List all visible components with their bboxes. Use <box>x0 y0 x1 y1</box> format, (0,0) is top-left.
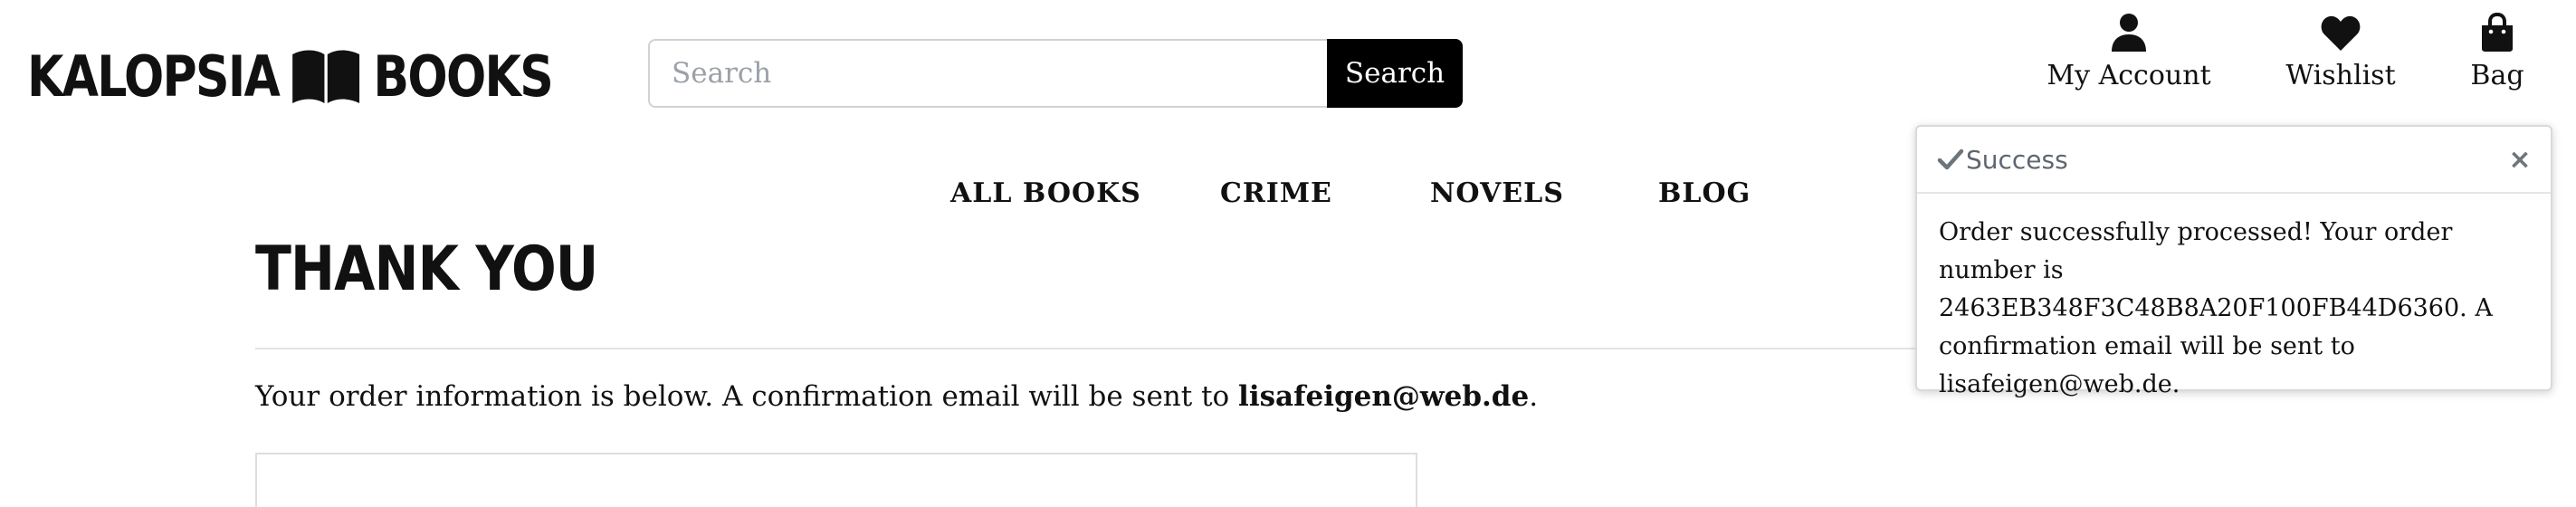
toast-message: Order successfully processed! Your order… <box>1939 218 2493 398</box>
close-icon[interactable]: × <box>2504 141 2536 177</box>
brand-name-left: KALOPSIA <box>27 43 281 110</box>
nav-novels[interactable]: NOVELS <box>1430 177 1564 209</box>
bag-label: Bag <box>2470 60 2524 91</box>
nav-crime[interactable]: CRIME <box>1220 177 1332 209</box>
toast-header: Success × <box>1917 127 2551 194</box>
my-account-label: My Account <box>2046 60 2211 91</box>
wishlist-link[interactable]: Wishlist <box>2281 13 2400 101</box>
title-divider <box>255 348 1993 349</box>
success-toast: Success × Order successfully processed! … <box>1915 125 2552 398</box>
wishlist-label: Wishlist <box>2285 60 2396 91</box>
shopping-bag-icon <box>2482 13 2513 52</box>
nav-blog[interactable]: BLOG <box>1658 177 1751 209</box>
order-info-suffix: . <box>1529 380 1539 413</box>
user-icon <box>2112 14 2146 52</box>
nav-all-books[interactable]: ALL BOOKS <box>950 177 1141 209</box>
brand-name-right: BOOKS <box>373 43 553 110</box>
order-info-text: Your order information is below. A confi… <box>255 380 1538 413</box>
my-account-link[interactable]: My Account <box>2046 13 2211 101</box>
check-icon <box>1937 148 1964 170</box>
search-input[interactable] <box>648 39 1329 108</box>
bag-link[interactable]: Bag <box>2469 13 2525 101</box>
page-title: THANK YOU <box>255 234 598 305</box>
order-email: lisafeigen@web.de <box>1238 380 1530 413</box>
brand-logo[interactable]: KALOPSIA BOOKS <box>27 42 554 110</box>
search-button[interactable]: Search <box>1327 39 1463 108</box>
order-details-panel <box>255 453 1417 507</box>
open-book-icon <box>290 47 363 105</box>
order-info-lead: Your order information is below. A confi… <box>255 380 1239 413</box>
toast-title: Success <box>1966 144 2068 175</box>
heart-icon <box>2321 15 2361 51</box>
